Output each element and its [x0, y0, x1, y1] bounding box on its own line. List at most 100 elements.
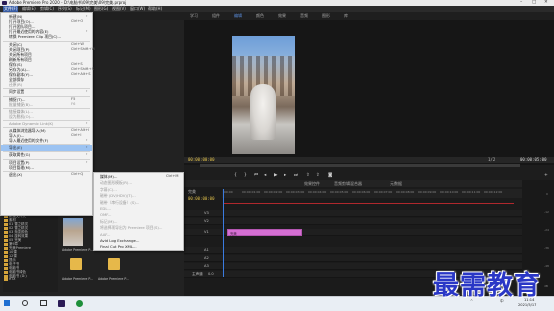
search-icon[interactable] — [22, 300, 28, 306]
track-label-a1[interactable]: A1 — [204, 248, 209, 252]
tab-effects[interactable]: 效果 — [278, 13, 286, 19]
meter-label: -24 — [544, 228, 549, 232]
export-submenu-item[interactable]: OMF... — [100, 212, 111, 217]
start-menu-icon[interactable] — [4, 300, 10, 306]
submenu-arrow-icon: › — [86, 14, 88, 18]
meter-label: -48 — [544, 264, 549, 268]
ruler-tick: 00:00:10:00 — [440, 190, 459, 194]
add-button-icon[interactable]: + — [544, 173, 548, 178]
program-monitor-frame — [232, 36, 295, 154]
media-thumbnail[interactable] — [70, 258, 82, 270]
export-submenu-item[interactable]: 将选择项导出为 Premiere 项目(S)... — [100, 225, 163, 231]
menu-shortcut: Ctrl+Q — [71, 171, 84, 176]
export-submenu-item[interactable]: 动态图形模板(R)... — [100, 180, 132, 186]
playhead[interactable] — [223, 189, 224, 277]
go-to-in-icon[interactable]: ⏮ — [254, 173, 258, 178]
file-menu-item[interactable]: 导出(E) — [9, 145, 22, 151]
timeline-ruler[interactable]: 00:00 00:00:01:00 00:00:02:00 00:00:03:0… — [222, 189, 522, 198]
ruler-tick: 00:00 — [224, 190, 233, 194]
track-row — [184, 255, 522, 262]
monitor-scrub-bar[interactable] — [200, 164, 520, 167]
timeline-timecode[interactable]: 00:00:00:00 — [188, 196, 215, 201]
step-back-icon[interactable]: ◂ — [264, 173, 266, 178]
meter-label: -36 — [544, 246, 549, 250]
menu-shortcut: Ctrl+Shift+S — [71, 67, 94, 71]
menu-shortcut: Ctrl+S — [71, 61, 83, 66]
file-menu-item[interactable]: 还原(R) — [9, 82, 22, 88]
tab-metadata[interactable]: 元数据 — [390, 181, 402, 187]
file-menu-item[interactable]: 批量捕捉(B)... — [9, 102, 33, 108]
mark-in-icon[interactable]: { — [234, 173, 237, 178]
play-icon[interactable]: ▶ — [274, 173, 277, 178]
export-submenu-item[interactable]: 标记(M)... — [100, 219, 117, 225]
export-submenu-item[interactable]: 字幕(C)... — [100, 187, 117, 193]
track-label-v1[interactable]: V1 — [204, 230, 209, 234]
master-track-label: 主声道 — [192, 272, 203, 276]
export-submenu-item[interactable]: EDL... — [100, 206, 111, 211]
track-label-v2[interactable]: V2 — [204, 219, 209, 223]
file-menu-item[interactable]: 转换 Premiere Clip 项目(C)... — [9, 34, 61, 40]
submenu-arrow-icon: › — [86, 138, 88, 143]
export-submenu-item[interactable]: Final Cut Pro XML... — [100, 244, 137, 249]
tab-effect-controls[interactable]: 效果控件 — [304, 181, 320, 187]
ruler-tick: 00:00:04:00 — [308, 190, 327, 194]
premiere-taskbar-icon[interactable] — [58, 300, 65, 307]
track-label-a3[interactable]: A3 — [204, 264, 209, 268]
wechat-taskbar-icon[interactable] — [76, 300, 83, 307]
tab-audio[interactable]: 音频 — [300, 13, 308, 19]
export-submenu-item[interactable]: AAF... — [100, 232, 111, 237]
task-view-icon[interactable] — [40, 300, 47, 306]
work-area-bar[interactable] — [224, 203, 514, 204]
master-track-value[interactable]: 0.0 — [208, 272, 214, 276]
export-submenu-item[interactable]: Avid Log Exchange... — [100, 238, 139, 243]
mark-out-icon[interactable]: } — [244, 173, 247, 178]
tree-item-label: RTX — [9, 277, 16, 281]
file-menu-item[interactable]: 项目管理(M)... — [9, 165, 34, 171]
export-submenu-item[interactable]: 磁带 (DV/HDV)(T)... — [100, 193, 136, 199]
ruler-tick: 00:00:05:00 — [330, 190, 349, 194]
track-row — [184, 210, 522, 217]
file-menu-item[interactable]: 同步设置 — [9, 89, 24, 95]
watermark-logo: 最需教育 — [433, 271, 542, 301]
thumbnail-label: Adobe Premiere P... — [98, 277, 129, 281]
file-menu-item[interactable]: 获取属性(G) — [9, 152, 30, 158]
media-thumbnail[interactable] — [108, 258, 120, 270]
tab-editing[interactable]: 编辑 — [234, 13, 242, 19]
folder-icon — [4, 277, 8, 281]
ruler-tick: 00:00:01:00 — [242, 190, 261, 194]
ruler-tick: 00:00:07:00 — [374, 190, 393, 194]
file-menu-item[interactable]: 退出(X) — [9, 172, 22, 178]
menu-shortcut: F6 — [71, 101, 76, 106]
tab-assembly[interactable]: 组件 — [212, 13, 220, 19]
file-menu-item[interactable]: Adobe Dynamic Link(K) — [9, 121, 53, 126]
lift-icon[interactable]: ⇧ — [306, 173, 310, 178]
menu-shortcut: Ctrl+W — [71, 41, 84, 46]
menu-shortcut: Ctrl+Shift+W — [71, 46, 96, 51]
monitor-timecode-current: 00:00:00:00 — [188, 157, 215, 162]
export-submenu-item[interactable]: 媒体(M)... — [100, 174, 117, 180]
file-menu-item[interactable]: 设为脱机(O)... — [9, 114, 34, 120]
tree-item[interactable]: RTX — [4, 277, 16, 281]
export-submenu-item[interactable]: 磁带（串行设备）(S)... — [100, 200, 139, 206]
monitor-info-strip — [184, 157, 554, 163]
media-thumbnail[interactable] — [63, 218, 83, 246]
track-label-a2[interactable]: A2 — [204, 256, 209, 260]
submenu-arrow-icon: › — [86, 159, 88, 164]
tab-learn[interactable]: 学习 — [190, 13, 198, 19]
monitor-fit-select[interactable]: 1/2 — [488, 157, 495, 162]
go-to-out-icon[interactable]: ⏭ — [294, 173, 298, 178]
tab-graphics[interactable]: 图形 — [322, 13, 330, 19]
tab-audio-mixer[interactable]: 音频剪辑混合器 — [334, 181, 362, 187]
file-menu-item[interactable]: 导入最近使用的文件(F) — [9, 138, 48, 144]
extract-icon[interactable]: ⇪ — [316, 173, 320, 178]
ruler-tick: 00:00:08:00 — [396, 190, 415, 194]
tab-libraries[interactable]: 库 — [344, 13, 348, 19]
menu-shortcut: Ctrl+M — [166, 174, 179, 178]
sequence-tab[interactable]: 完美 — [188, 189, 196, 195]
tab-color[interactable]: 颜色 — [256, 13, 264, 19]
timeline-clip[interactable]: 完美 — [227, 229, 302, 236]
clock-date[interactable]: 2021/5/17 — [518, 303, 536, 307]
export-frame-icon[interactable]: ◙ — [328, 173, 332, 178]
step-forward-icon[interactable]: ▸ — [284, 173, 286, 178]
track-label-v3[interactable]: V3 — [204, 211, 209, 215]
